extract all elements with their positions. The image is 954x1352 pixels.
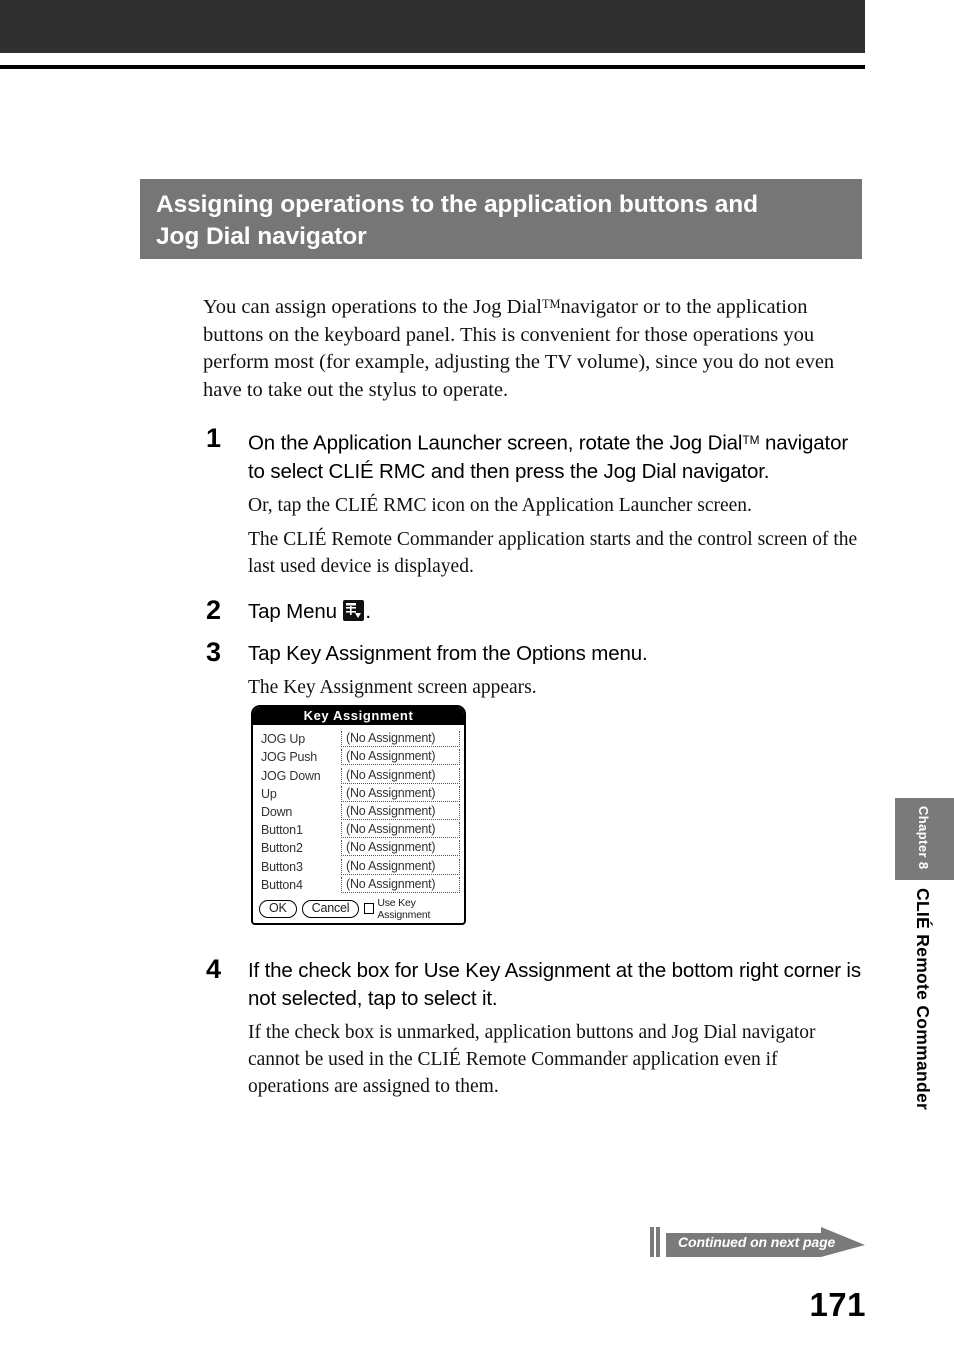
trademark-symbol: TM — [541, 297, 561, 311]
checkbox-label: Use Key Assignment — [377, 896, 431, 921]
top-horizontal-rule — [0, 65, 865, 69]
step-3-number: 3 — [206, 636, 222, 667]
dialog-title: Key Assignment — [253, 707, 464, 725]
step-2-number: 2 — [206, 594, 222, 625]
row-label: Down — [261, 804, 293, 819]
table-row: Button4 (No Assignment) — [261, 875, 460, 893]
chapter-title-label: CLIÉ Remote Commander — [913, 888, 933, 1111]
step-1-body-1: Or, tap the CLIÉ RMC icon on the Applica… — [248, 494, 752, 516]
table-row: Button3 (No Assignment) — [261, 856, 460, 875]
step-1: 1 On the Application Launcher screen, ro… — [203, 423, 863, 579]
step-3-body-1: The Key Assignment screen appears. — [248, 676, 537, 698]
table-row: Up (No Assignment) — [261, 784, 460, 802]
checkbox-icon[interactable] — [364, 903, 375, 915]
dialog-footer: OK Cancel Use Key Assignment — [253, 893, 464, 921]
row-label: Button3 — [261, 859, 303, 874]
section-heading-line-2: Jog Dial navigator — [156, 223, 367, 250]
continued-bars-icon — [650, 1227, 664, 1257]
step-4-number: 4 — [206, 954, 222, 984]
key-assignment-dialog: Key Assignment JOG Up (No Assignment) JO… — [251, 705, 466, 925]
row-value-selector[interactable]: (No Assignment) — [341, 803, 460, 820]
row-value-selector[interactable]: (No Assignment) — [341, 858, 460, 875]
row-label: Up — [261, 786, 277, 801]
page-content-lower: 4 If the check box for Use Key Assignmen… — [203, 954, 863, 1106]
row-label: JOG Down — [261, 768, 321, 783]
ok-button[interactable]: OK — [259, 899, 297, 918]
table-row: JOG Push (No Assignment) — [261, 747, 460, 766]
continued-footer: Continued on next page — [650, 1227, 865, 1257]
step-1-title-part-1: On the Application Launcher screen, rota… — [248, 431, 743, 455]
table-row: JOG Down (No Assignment) — [261, 765, 460, 784]
table-row: Button2 (No Assignment) — [261, 838, 460, 857]
chapter-tab-label: Chapter 8 — [916, 806, 931, 870]
cancel-button[interactable]: Cancel — [301, 899, 360, 918]
step-4-title: If the check box for Use Key Assignment … — [248, 959, 861, 1010]
row-label: Button4 — [261, 877, 303, 892]
step-1-number: 1 — [206, 423, 222, 454]
section-heading-line-1: Assigning operations to the application … — [156, 191, 758, 218]
row-value-selector[interactable]: (No Assignment) — [341, 767, 460, 784]
row-value-selector[interactable]: (No Assignment) — [341, 749, 460, 766]
step-4: 4 If the check box for Use Key Assignmen… — [203, 954, 863, 1100]
row-label: JOG Up — [261, 732, 305, 747]
step-3-title: Tap Key Assignment from the Options menu… — [248, 641, 648, 665]
section-heading-banner: Assigning operations to the application … — [140, 179, 862, 259]
step-2: 2 Tap Menu . — [203, 594, 863, 626]
intro-paragraph: You can assign operations to the Jog Dia… — [203, 291, 863, 404]
dialog-rows: JOG Up (No Assignment) JOG Push (No Assi… — [253, 725, 464, 893]
chapter-tab: Chapter 8 — [895, 798, 954, 880]
table-row: Button1 (No Assignment) — [261, 820, 460, 839]
row-label: JOG Push — [261, 750, 318, 765]
table-row: JOG Up (No Assignment) — [261, 729, 460, 748]
page-content: You can assign operations to the Jog Dia… — [203, 291, 863, 707]
top-decorative-band — [0, 0, 865, 53]
row-value-selector[interactable]: (No Assignment) — [341, 876, 460, 893]
row-value-selector[interactable]: (No Assignment) — [341, 785, 460, 802]
chapter-title: CLIÉ Remote Commander — [895, 888, 954, 1110]
intro-part-1: You can assign operations to the Jog Dia… — [203, 296, 542, 319]
menu-icon — [343, 599, 365, 621]
page-number: 171 — [809, 1286, 866, 1323]
step-2-title: Tap Menu . — [248, 598, 863, 626]
step-1-title: On the Application Launcher screen, rota… — [248, 426, 863, 485]
step-2-title-part-2: . — [365, 599, 371, 623]
use-key-assignment-checkbox-group[interactable]: Use Key Assignment — [364, 897, 460, 921]
table-row: Down (No Assignment) — [261, 802, 460, 820]
step-2-title-part-1: Tap Menu — [248, 599, 343, 623]
trademark-symbol: TM — [742, 433, 760, 448]
step-4-body-1: If the check box is unmarked, applicatio… — [248, 1022, 816, 1097]
row-label: Button2 — [261, 841, 303, 856]
row-label: Button1 — [261, 823, 303, 838]
row-value-selector[interactable]: (No Assignment) — [341, 731, 460, 748]
continued-arrow-icon: Continued on next page — [666, 1227, 865, 1257]
row-value-selector[interactable]: (No Assignment) — [341, 840, 460, 857]
step-3: 3 Tap Key Assignment from the Options me… — [203, 636, 863, 701]
continued-label: Continued on next page — [678, 1234, 836, 1250]
row-value-selector[interactable]: (No Assignment) — [341, 822, 460, 839]
step-1-body-2: The CLIÉ Remote Commander application st… — [248, 528, 858, 577]
